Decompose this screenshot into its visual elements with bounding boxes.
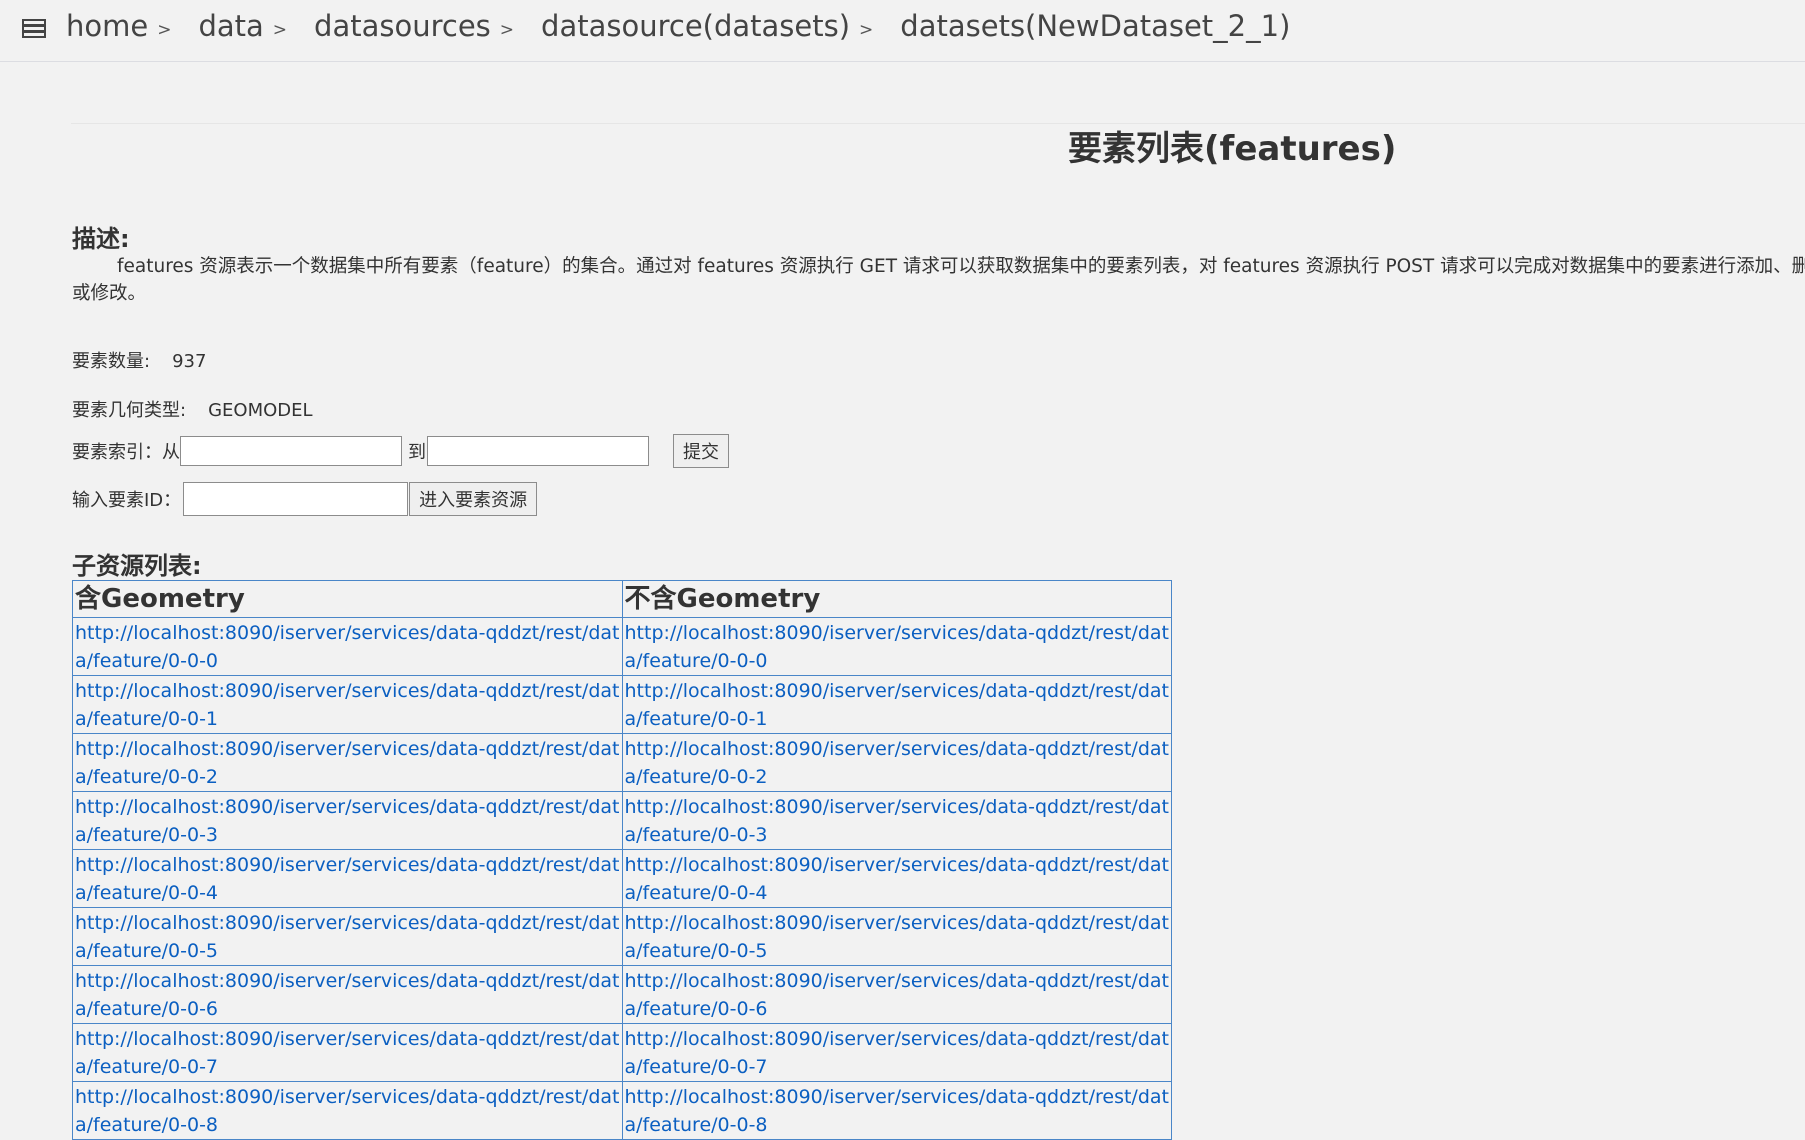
index-to-label: 到 [408, 442, 426, 463]
table-cell: http://localhost:8090/iserver/services/d… [621, 907, 1172, 966]
breadcrumb-item-home[interactable]: home [66, 9, 148, 43]
table-cell: http://localhost:8090/iserver/services/d… [621, 733, 1172, 792]
breadcrumb-item-data[interactable]: data [198, 9, 263, 43]
breadcrumb-item-datasources[interactable]: datasources [314, 9, 491, 43]
enter-feature-button[interactable]: 进入要素资源 [409, 482, 538, 516]
table-cell: http://localhost:8090/iserver/services/d… [621, 617, 1172, 676]
menu-icon[interactable] [22, 18, 46, 38]
breadcrumb-item-datasource[interactable]: datasource(datasets) [541, 9, 850, 43]
feature-link-with-geometry[interactable]: http://localhost:8090/iserver/services/d… [75, 908, 620, 965]
index-from-label: 要素索引：从 [72, 442, 180, 463]
table-cell: http://localhost:8090/iserver/services/d… [72, 907, 623, 966]
page-title: 要素列表(features) [1068, 129, 1397, 169]
geometry-type-value: GEOMODEL [208, 400, 313, 421]
table-row: http://localhost:8090/iserver/services/d… [72, 733, 1172, 792]
feature-link-without-geometry[interactable]: http://localhost:8090/iserver/services/d… [625, 1082, 1170, 1139]
feature-link-without-geometry[interactable]: http://localhost:8090/iserver/services/d… [625, 734, 1170, 791]
feature-link-with-geometry[interactable]: http://localhost:8090/iserver/services/d… [75, 734, 620, 791]
breadcrumb-separator: > [499, 20, 515, 40]
index-from-input[interactable] [180, 436, 402, 466]
feature-link-without-geometry[interactable]: http://localhost:8090/iserver/services/d… [625, 1024, 1170, 1081]
feature-link-without-geometry[interactable]: http://localhost:8090/iserver/services/d… [625, 966, 1170, 1023]
table-cell: http://localhost:8090/iserver/services/d… [72, 1081, 623, 1140]
feature-link-with-geometry[interactable]: http://localhost:8090/iserver/services/d… [75, 792, 620, 849]
feature-link-with-geometry[interactable]: http://localhost:8090/iserver/services/d… [75, 676, 620, 733]
breadcrumb-bar: home > data > datasources > datasource(d… [0, 0, 1805, 62]
table-row: http://localhost:8090/iserver/services/d… [72, 791, 1172, 850]
feature-id-form: 输入要素ID： 进入要素资源 [72, 481, 538, 517]
index-to-input[interactable] [427, 436, 649, 466]
table-row: http://localhost:8090/iserver/services/d… [72, 1023, 1172, 1082]
feature-link-with-geometry[interactable]: http://localhost:8090/iserver/services/d… [75, 618, 620, 675]
table-cell: http://localhost:8090/iserver/services/d… [621, 1081, 1172, 1140]
breadcrumb: home > data > datasources > datasource(d… [66, 4, 1290, 48]
column-header-with-geometry: 含Geometry [72, 580, 623, 618]
table-cell: http://localhost:8090/iserver/services/d… [72, 1023, 623, 1082]
feature-count-value: 937 [172, 351, 207, 372]
feature-link-with-geometry[interactable]: http://localhost:8090/iserver/services/d… [75, 966, 620, 1023]
feature-count-field: 要素数量: 937 [72, 347, 206, 373]
table-cell: http://localhost:8090/iserver/services/d… [72, 617, 623, 676]
submit-button[interactable]: 提交 [673, 434, 729, 468]
table-cell: http://localhost:8090/iserver/services/d… [72, 965, 623, 1024]
feature-link-with-geometry[interactable]: http://localhost:8090/iserver/services/d… [75, 850, 620, 907]
table-cell: http://localhost:8090/iserver/services/d… [621, 791, 1172, 850]
child-resources-heading: 子资源列表: [72, 552, 202, 580]
divider [71, 123, 1805, 124]
breadcrumb-separator: > [157, 20, 172, 40]
breadcrumb-item-datasets[interactable]: datasets(NewDataset_2_1) [900, 9, 1290, 43]
table-row: http://localhost:8090/iserver/services/d… [72, 965, 1172, 1024]
breadcrumb-separator: > [859, 20, 874, 40]
table-cell: http://localhost:8090/iserver/services/d… [621, 675, 1172, 734]
table-header-row: 含Geometry 不含Geometry [72, 580, 1172, 618]
breadcrumb-separator: > [272, 20, 288, 40]
feature-link-with-geometry[interactable]: http://localhost:8090/iserver/services/d… [75, 1082, 620, 1139]
geometry-type-field: 要素几何类型: GEOMODEL [72, 396, 313, 422]
table-cell: http://localhost:8090/iserver/services/d… [621, 849, 1172, 908]
description-text: features 资源表示一个数据集中所有要素（feature）的集合。通过对 … [72, 256, 1805, 304]
feature-link-without-geometry[interactable]: http://localhost:8090/iserver/services/d… [625, 908, 1170, 965]
feature-count-label: 要素数量: [72, 351, 151, 372]
table-row: http://localhost:8090/iserver/services/d… [72, 849, 1172, 908]
column-header-without-geometry: 不含Geometry [621, 580, 1172, 618]
feature-id-label: 输入要素ID： [72, 490, 182, 511]
table-cell: http://localhost:8090/iserver/services/d… [72, 733, 623, 792]
description-heading: 描述: [72, 225, 130, 253]
child-resources-table: 含Geometry 不含Geometry http://localhost:80… [72, 580, 1172, 1140]
table-cell: http://localhost:8090/iserver/services/d… [621, 965, 1172, 1024]
feature-link-without-geometry[interactable]: http://localhost:8090/iserver/services/d… [625, 618, 1170, 675]
table-cell: http://localhost:8090/iserver/services/d… [72, 791, 623, 850]
feature-link-without-geometry[interactable]: http://localhost:8090/iserver/services/d… [625, 676, 1170, 733]
feature-link-without-geometry[interactable]: http://localhost:8090/iserver/services/d… [625, 792, 1170, 849]
table-cell: http://localhost:8090/iserver/services/d… [72, 675, 623, 734]
feature-link-without-geometry[interactable]: http://localhost:8090/iserver/services/d… [625, 850, 1170, 907]
feature-id-input[interactable] [183, 482, 409, 516]
index-range-form: 要素索引：从 到 提交 [72, 433, 729, 469]
table-row: http://localhost:8090/iserver/services/d… [72, 907, 1172, 966]
table-row: http://localhost:8090/iserver/services/d… [72, 617, 1172, 676]
feature-link-with-geometry[interactable]: http://localhost:8090/iserver/services/d… [75, 1024, 620, 1081]
table-cell: http://localhost:8090/iserver/services/d… [72, 849, 623, 908]
table-cell: http://localhost:8090/iserver/services/d… [621, 1023, 1172, 1082]
table-row: http://localhost:8090/iserver/services/d… [72, 1081, 1172, 1140]
table-row: http://localhost:8090/iserver/services/d… [72, 675, 1172, 734]
geometry-type-label: 要素几何类型: [72, 400, 187, 421]
